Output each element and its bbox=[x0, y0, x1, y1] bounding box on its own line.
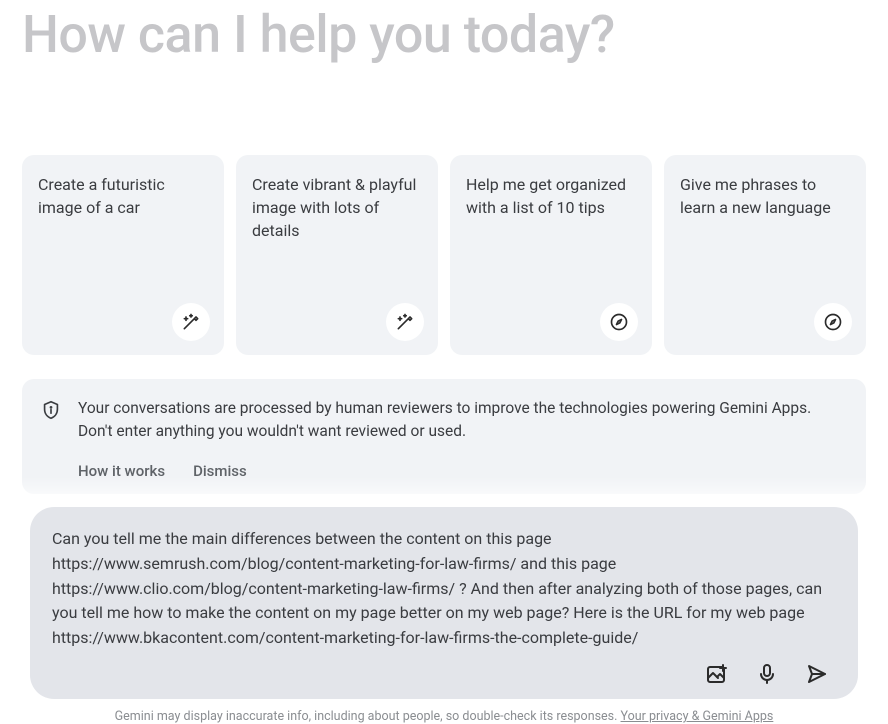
suggestion-card-text: Create a futuristic image of a car bbox=[38, 173, 208, 219]
microphone-button[interactable] bbox=[754, 661, 780, 687]
suggestion-card[interactable]: Help me get organized with a list of 10 … bbox=[450, 155, 652, 355]
suggestion-card[interactable]: Create vibrant & playful image with lots… bbox=[236, 155, 438, 355]
compass-icon bbox=[600, 303, 638, 341]
magic-pen-icon bbox=[386, 303, 424, 341]
suggestion-card-text: Create vibrant & playful image with lots… bbox=[252, 173, 422, 243]
suggestion-card-text: Give me phrases to learn a new language bbox=[680, 173, 850, 219]
shield-info-icon bbox=[40, 397, 62, 480]
footer-text: Gemini may display inaccurate info, incl… bbox=[115, 709, 621, 724]
footer-disclaimer: Gemini may display inaccurate info, incl… bbox=[30, 699, 858, 724]
magic-pen-icon bbox=[172, 303, 210, 341]
add-image-button[interactable] bbox=[704, 661, 730, 687]
suggestion-cards: Create a futuristic image of a car Creat… bbox=[22, 155, 866, 355]
compass-icon bbox=[814, 303, 852, 341]
footer-privacy-link[interactable]: Your privacy & Gemini Apps bbox=[621, 709, 774, 724]
send-button[interactable] bbox=[804, 661, 830, 687]
suggestion-card[interactable]: Create a futuristic image of a car bbox=[22, 155, 224, 355]
hero-title: How can I help you today? bbox=[22, 4, 866, 65]
suggestion-card-text: Help me get organized with a list of 10 … bbox=[466, 173, 636, 219]
prompt-composer[interactable]: Can you tell me the main differences bet… bbox=[30, 507, 858, 699]
prompt-input[interactable]: Can you tell me the main differences bet… bbox=[52, 527, 836, 651]
suggestion-card[interactable]: Give me phrases to learn a new language bbox=[664, 155, 866, 355]
privacy-notice-text: Your conversations are processed by huma… bbox=[78, 397, 844, 444]
